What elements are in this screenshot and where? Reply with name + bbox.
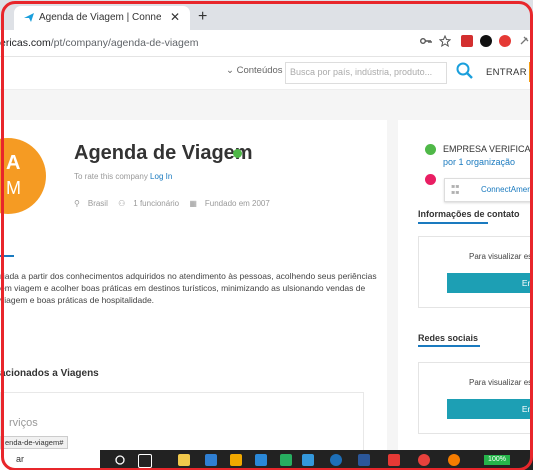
contact-login-button[interactable]: Entrar <box>447 273 533 293</box>
founded: Fundado em 2007 <box>204 199 270 208</box>
app-icon[interactable] <box>280 454 292 466</box>
verified-label: EMPRESA VERIFICADA <box>443 144 533 154</box>
company-name: Agenda de Viagem <box>74 142 253 164</box>
check-icon <box>425 174 436 185</box>
connectamericas-logo-icon: ≋≋ ≋≋ <box>451 184 460 196</box>
address-bar[interactable]: ericas.com/pt/company/agenda-de-viagem <box>0 37 198 49</box>
verified-by-link[interactable]: por 1 organização <box>443 157 515 167</box>
site-header: ⌄ Conteúdos Busca por país, indústria, p… <box>0 57 533 90</box>
search-input[interactable]: Busca por país, indústria, produto... <box>285 62 447 84</box>
company-meta: ⚲ Brasil ⚇ 1 funcionário ▦ Fundado em 2007 <box>74 199 278 208</box>
contact-section-title: Informações de contato <box>418 209 520 219</box>
star-icon[interactable] <box>439 35 451 47</box>
pdf-icon[interactable] <box>388 454 400 466</box>
rate-line: To rate this company Log In <box>74 172 172 181</box>
category-select[interactable]: ⌄ Conteúdos <box>226 65 283 76</box>
section-rule <box>418 222 488 224</box>
company-description: riada a partir dos conhecimentos adquiri… <box>0 271 377 305</box>
search-icon[interactable] <box>455 61 475 81</box>
windows-taskbar: ar 100% <box>0 450 533 470</box>
section-rule <box>418 345 480 347</box>
cortana-icon[interactable] <box>115 455 125 465</box>
app-icon[interactable] <box>230 454 242 466</box>
social-section-title: Redes sociais <box>418 333 479 343</box>
pin-icon[interactable] <box>518 35 530 47</box>
store-icon[interactable] <box>205 454 217 466</box>
browser-toolbar: ericas.com/pt/company/agenda-de-viagem <box>0 30 533 57</box>
battery-indicator[interactable]: 100% <box>484 455 510 465</box>
chevron-down-icon: ⌄ <box>226 65 237 76</box>
rate-text: To rate this company <box>74 172 148 181</box>
logo-text-bottom: M <box>6 178 21 198</box>
login-link[interactable]: Log In <box>150 172 172 181</box>
taskbar-search-text: ar <box>16 454 25 464</box>
country: Brasil <box>87 199 108 208</box>
key-icon[interactable] <box>420 35 432 47</box>
extension-icon[interactable] <box>461 35 473 47</box>
url-path: /pt/company/agenda-de-viagem <box>50 37 199 49</box>
services-label: rviços <box>9 417 38 429</box>
related-section-title: acionados a Viagens <box>0 368 99 379</box>
employees: 1 funcionário <box>133 199 180 208</box>
close-icon[interactable]: ✕ <box>170 10 180 24</box>
browser-tab[interactable]: Agenda de Viagem | ConnectAm ✕ <box>14 6 190 30</box>
extension-icon[interactable] <box>499 35 511 47</box>
contact-box: Para visualizar est Entrar <box>418 236 533 308</box>
people-icon: ⚇ <box>118 199 126 208</box>
plane-icon <box>24 13 34 22</box>
connectamericas-badge: ≋≋≋≋ ConnectAmericas <box>444 178 533 202</box>
taskbar-search[interactable]: ar <box>0 450 100 470</box>
contact-text: Para visualizar est <box>469 252 533 261</box>
location-icon: ⚲ <box>74 199 80 208</box>
file-explorer-icon[interactable] <box>178 454 190 466</box>
register-button[interactable] <box>529 62 533 82</box>
badge-label: ConnectAmericas <box>481 185 533 194</box>
check-icon <box>425 144 436 155</box>
login-button[interactable]: ENTRAR <box>486 67 527 78</box>
search-placeholder: Busca por país, indústria, produto... <box>290 67 433 77</box>
word-icon[interactable] <box>358 454 370 466</box>
wordpress-icon[interactable] <box>330 454 342 466</box>
section-rule <box>0 255 14 257</box>
new-tab-button[interactable]: + <box>198 8 207 26</box>
tab-title: Agenda de Viagem | ConnectAm <box>39 12 161 23</box>
url-host: ericas.com <box>0 37 51 49</box>
category-label: Conteúdos <box>236 65 283 76</box>
social-box: Para visualizar est Entrar <box>418 362 533 434</box>
task-view-icon[interactable] <box>138 454 152 468</box>
app-icon[interactable] <box>302 454 314 466</box>
firefox-icon[interactable] <box>448 454 460 466</box>
logo-text-top: A <box>6 152 21 174</box>
extension-icon[interactable] <box>480 35 492 47</box>
status-bar-url: enda-de-viagem# <box>0 436 69 449</box>
social-text: Para visualizar est <box>469 378 533 387</box>
app-icon[interactable] <box>255 454 267 466</box>
chrome-icon[interactable] <box>418 454 430 466</box>
verified-icon <box>233 149 242 158</box>
screen: Agenda de Viagem | ConnectAm ✕ + ericas.… <box>0 0 533 470</box>
browser-tabstrip: Agenda de Viagem | ConnectAm ✕ + <box>0 0 533 30</box>
calendar-icon: ▦ <box>189 199 197 208</box>
social-login-button[interactable]: Entrar <box>447 399 533 419</box>
